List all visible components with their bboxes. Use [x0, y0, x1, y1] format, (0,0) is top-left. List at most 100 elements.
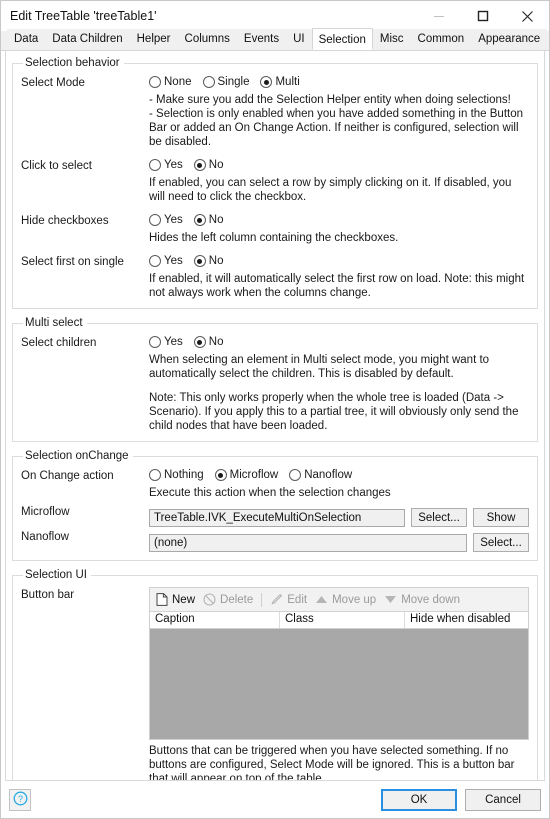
tab-events[interactable]: Events	[236, 29, 287, 50]
edit-button[interactable]: Edit	[270, 593, 307, 606]
option-label: Nothing	[164, 469, 204, 481]
select-first-on-single-option-yes[interactable]: Yes	[149, 255, 183, 267]
option-label: No	[208, 214, 224, 226]
click-to-select-radiogroup[interactable]: Yes No	[149, 158, 529, 171]
tab-appearance[interactable]: Appearance	[471, 29, 548, 50]
select-mode-option-multi[interactable]: Multi	[260, 76, 300, 88]
new-page-icon	[156, 593, 168, 606]
select-mode-help-line-1: - Make sure you add the Selection Helper…	[149, 94, 511, 106]
selection-behavior-group: Selection behavior Select Mode None Sing…	[12, 57, 538, 309]
radio-dot-selected	[193, 159, 206, 171]
tab-selection[interactable]: Selection	[311, 28, 373, 50]
click-to-select-help: If enabled, you can select a row by simp…	[149, 177, 512, 203]
select-first-on-single-radiogroup[interactable]: Yes No	[149, 254, 529, 267]
delete-button[interactable]: Delete	[203, 593, 253, 606]
tab-data-children[interactable]: Data Children	[45, 29, 130, 50]
microflow-select-button[interactable]: Select...	[411, 508, 467, 527]
select-mode-help: - Make sure you add the Selection Helper…	[149, 93, 529, 149]
on-change-action-radiogroup[interactable]: Nothing Microflow Nanoflow	[149, 468, 529, 481]
on-change-action-option-microflow[interactable]: Microflow	[214, 469, 278, 481]
tool-label: Move down	[401, 593, 461, 606]
column-header-hide-when-disabled[interactable]: Hide when disabled	[405, 612, 528, 628]
hide-checkboxes-help: Hides the left column containing the che…	[149, 232, 399, 244]
select-mode-radiogroup[interactable]: None Single Multi	[149, 75, 529, 88]
radio-dot	[289, 469, 302, 481]
microflow-label: Microflow	[21, 506, 70, 518]
column-header-caption[interactable]: Caption	[150, 612, 280, 628]
button-bar-widget: New Delete Edit Move up Move down Captio…	[149, 587, 529, 740]
select-first-on-single-help: If enabled, it will automatically select…	[149, 273, 525, 299]
tab-bar[interactable]: Data Data Children Helper Columns Events…	[1, 28, 549, 51]
tab-misc[interactable]: Misc	[372, 29, 411, 50]
tab-columns[interactable]: Columns	[177, 29, 237, 50]
window-title: Edit TreeTable 'treeTable1'	[10, 9, 157, 23]
select-children-option-no[interactable]: No	[193, 336, 223, 348]
selection-onchange-group: Selection onChange On Change action Noth…	[12, 450, 538, 561]
cancel-button[interactable]: Cancel	[465, 788, 541, 811]
option-label: Yes	[164, 255, 183, 267]
option-label: Yes	[164, 336, 183, 348]
option-label: Yes	[164, 159, 183, 171]
select-mode-help-line-2: - Selection is only enabled when you hav…	[149, 108, 524, 148]
radio-dot-selected	[193, 214, 206, 226]
hide-checkboxes-label: Hide checkboxes	[21, 215, 109, 227]
radio-dot-selected	[193, 255, 206, 267]
nanoflow-row: Nanoflow (none) Select...	[21, 529, 529, 552]
column-header-class[interactable]: Class	[280, 612, 405, 628]
maximize-button[interactable]	[461, 1, 505, 31]
ok-button[interactable]: OK	[381, 788, 457, 811]
select-children-option-yes[interactable]: Yes	[149, 336, 183, 348]
help-button[interactable]: ?	[9, 788, 31, 811]
select-children-help: When selecting an element in Multi selec…	[149, 353, 529, 433]
option-label: Single	[217, 76, 250, 88]
option-label: No	[208, 255, 224, 267]
hide-checkboxes-row: Hide checkboxes Yes No Hides the left co…	[21, 213, 529, 252]
on-change-action-option-nothing[interactable]: Nothing	[149, 469, 204, 481]
hide-checkboxes-radiogroup[interactable]: Yes No	[149, 213, 529, 226]
microflow-show-button[interactable]: Show	[473, 508, 529, 527]
hide-checkboxes-option-no[interactable]: No	[193, 214, 224, 226]
button-bar-toolbar[interactable]: New Delete Edit Move up Move down	[150, 588, 528, 612]
radio-dot-selected	[260, 76, 273, 88]
tab-data[interactable]: Data	[7, 29, 46, 50]
svg-text:?: ?	[17, 794, 22, 804]
radio-dot	[202, 76, 215, 88]
nanoflow-select-button[interactable]: Select...	[473, 533, 529, 552]
selection-ui-legend: Selection UI	[25, 569, 88, 581]
close-button[interactable]	[505, 1, 549, 31]
select-first-on-single-label: Select first on single	[21, 256, 124, 268]
on-change-action-option-nanoflow[interactable]: Nanoflow	[289, 469, 352, 481]
select-mode-row: Select Mode None Single Multi - Make sur…	[21, 75, 529, 156]
radio-dot	[149, 469, 161, 481]
multi-select-group: Multi select Select children Yes No When…	[12, 317, 538, 442]
move-up-button[interactable]: Move up	[315, 594, 376, 606]
select-children-help-1: When selecting an element in Multi selec…	[149, 354, 490, 380]
hide-checkboxes-option-yes[interactable]: Yes	[149, 214, 183, 226]
radio-dot	[149, 255, 161, 267]
toolbar-separator	[261, 592, 263, 607]
on-change-action-label: On Change action	[21, 470, 114, 482]
tab-helper[interactable]: Helper	[129, 29, 178, 50]
radio-dot	[149, 214, 161, 226]
select-mode-option-none[interactable]: None	[149, 76, 192, 88]
new-button[interactable]: New	[156, 593, 195, 606]
select-mode-option-single[interactable]: Single	[202, 76, 250, 88]
tool-label: New	[172, 593, 196, 606]
help-question-icon: ?	[13, 791, 28, 809]
select-children-radiogroup[interactable]: Yes No	[149, 335, 529, 348]
tab-common[interactable]: Common	[410, 29, 472, 50]
button-bar-list-body[interactable]	[150, 629, 528, 739]
tool-label: Move up	[332, 593, 377, 606]
select-first-on-single-row: Select first on single Yes No If enabled…	[21, 254, 529, 300]
minimize-button[interactable]	[417, 1, 461, 31]
click-to-select-option-yes[interactable]: Yes	[149, 159, 183, 171]
select-first-on-single-option-no[interactable]: No	[193, 255, 224, 267]
select-children-help-2: Note: This only works properly when the …	[149, 392, 519, 432]
move-down-button[interactable]: Move down	[384, 594, 460, 606]
option-label: Nanoflow	[304, 469, 353, 481]
nanoflow-input[interactable]: (none)	[149, 533, 467, 552]
tool-label: Edit	[287, 593, 308, 606]
click-to-select-option-no[interactable]: No	[193, 159, 223, 171]
microflow-input[interactable]: TreeTable.IVK_ExecuteMultiOnSelection	[149, 508, 405, 527]
tab-ui[interactable]: UI	[286, 29, 312, 50]
